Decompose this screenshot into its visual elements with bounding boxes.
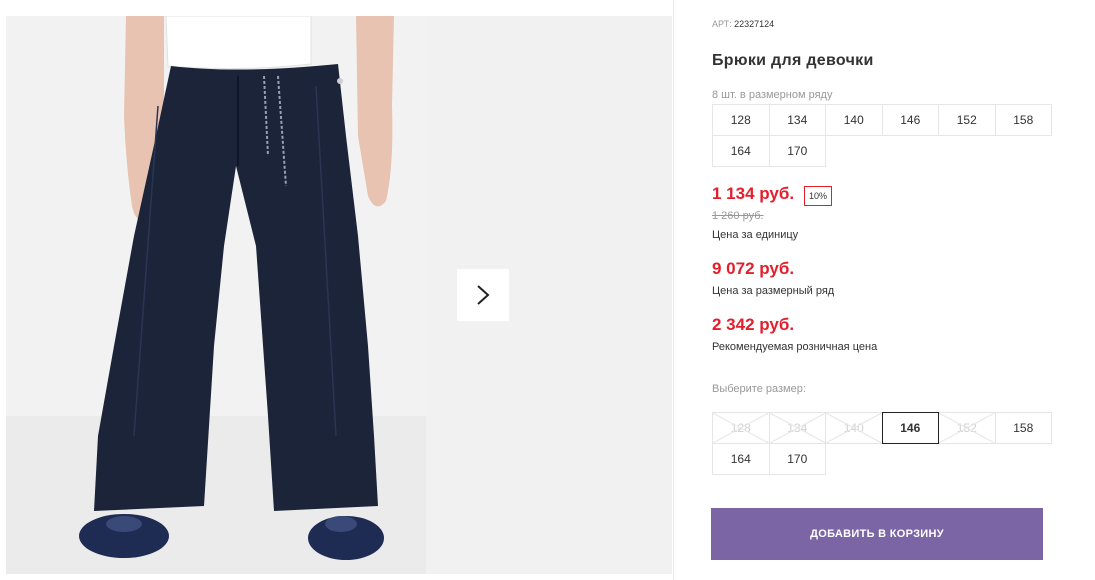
article-value: 22327124 bbox=[734, 19, 775, 29]
unavailable-cross-icon bbox=[939, 413, 995, 443]
unavailable-cross-icon bbox=[770, 413, 826, 443]
size-option-158[interactable]: 158 bbox=[994, 412, 1052, 444]
size-option-label: 146 bbox=[900, 421, 921, 435]
size-option-152: 152 bbox=[938, 412, 996, 444]
size-option-164[interactable]: 164 bbox=[712, 443, 770, 475]
product-gallery bbox=[0, 0, 690, 580]
unit-price: 1 134 руб. bbox=[712, 184, 795, 203]
unit-price-caption: Цена за единицу bbox=[712, 229, 799, 241]
series-price-caption: Цена за размерный ряд bbox=[712, 285, 835, 297]
size-option-140: 140 bbox=[825, 412, 883, 444]
series-size-cell: 170 bbox=[768, 135, 826, 167]
retail-price-caption: Рекомендуемая розничная цена bbox=[712, 341, 878, 353]
size-option-label: 158 bbox=[1013, 421, 1034, 435]
gallery-next-button[interactable] bbox=[457, 269, 509, 321]
size-option-label: 170 bbox=[787, 452, 808, 466]
size-option-146[interactable]: 146 bbox=[881, 412, 939, 444]
product-title: Брюки для девочки bbox=[712, 52, 874, 69]
add-to-cart-button[interactable]: ДОБАВИТЬ В КОРЗИНУ bbox=[711, 508, 1043, 560]
series-hint: 8 шт. в размерном ряду bbox=[712, 89, 833, 101]
panel-divider bbox=[673, 0, 674, 580]
series-price: 9 072 руб. bbox=[712, 259, 795, 278]
product-photo[interactable] bbox=[6, 16, 426, 574]
size-option-134: 134 bbox=[768, 412, 826, 444]
article-number: АРТ: 22327124 bbox=[712, 19, 774, 29]
size-option-label: 164 bbox=[730, 452, 751, 466]
article-label: АРТ: bbox=[712, 19, 732, 29]
unavailable-cross-icon bbox=[713, 413, 769, 443]
retail-price: 2 342 руб. bbox=[712, 315, 795, 334]
size-option-128: 128 bbox=[712, 412, 770, 444]
size-option-170[interactable]: 170 bbox=[768, 443, 826, 475]
series-size-cell: 140 bbox=[825, 104, 883, 136]
chevron-right-icon bbox=[477, 285, 490, 305]
series-size-cell: 164 bbox=[712, 135, 770, 167]
series-size-grid: 128 134 140 146 152 158 164 170 bbox=[712, 104, 1052, 167]
series-size-cell: 152 bbox=[938, 104, 996, 136]
size-selector: 128 134 140 146 152 158 164 170 bbox=[712, 412, 1052, 475]
discount-badge: 10% bbox=[804, 186, 833, 206]
choose-size-label: Выберите размер: bbox=[712, 383, 806, 395]
old-price: 1 260 руб. bbox=[712, 210, 764, 222]
series-size-cell: 134 bbox=[768, 104, 826, 136]
series-size-cell: 146 bbox=[881, 104, 939, 136]
series-size-cell: 128 bbox=[712, 104, 770, 136]
series-size-cell: 158 bbox=[994, 104, 1052, 136]
product-photo-illustration bbox=[6, 16, 426, 574]
unavailable-cross-icon bbox=[826, 413, 882, 443]
